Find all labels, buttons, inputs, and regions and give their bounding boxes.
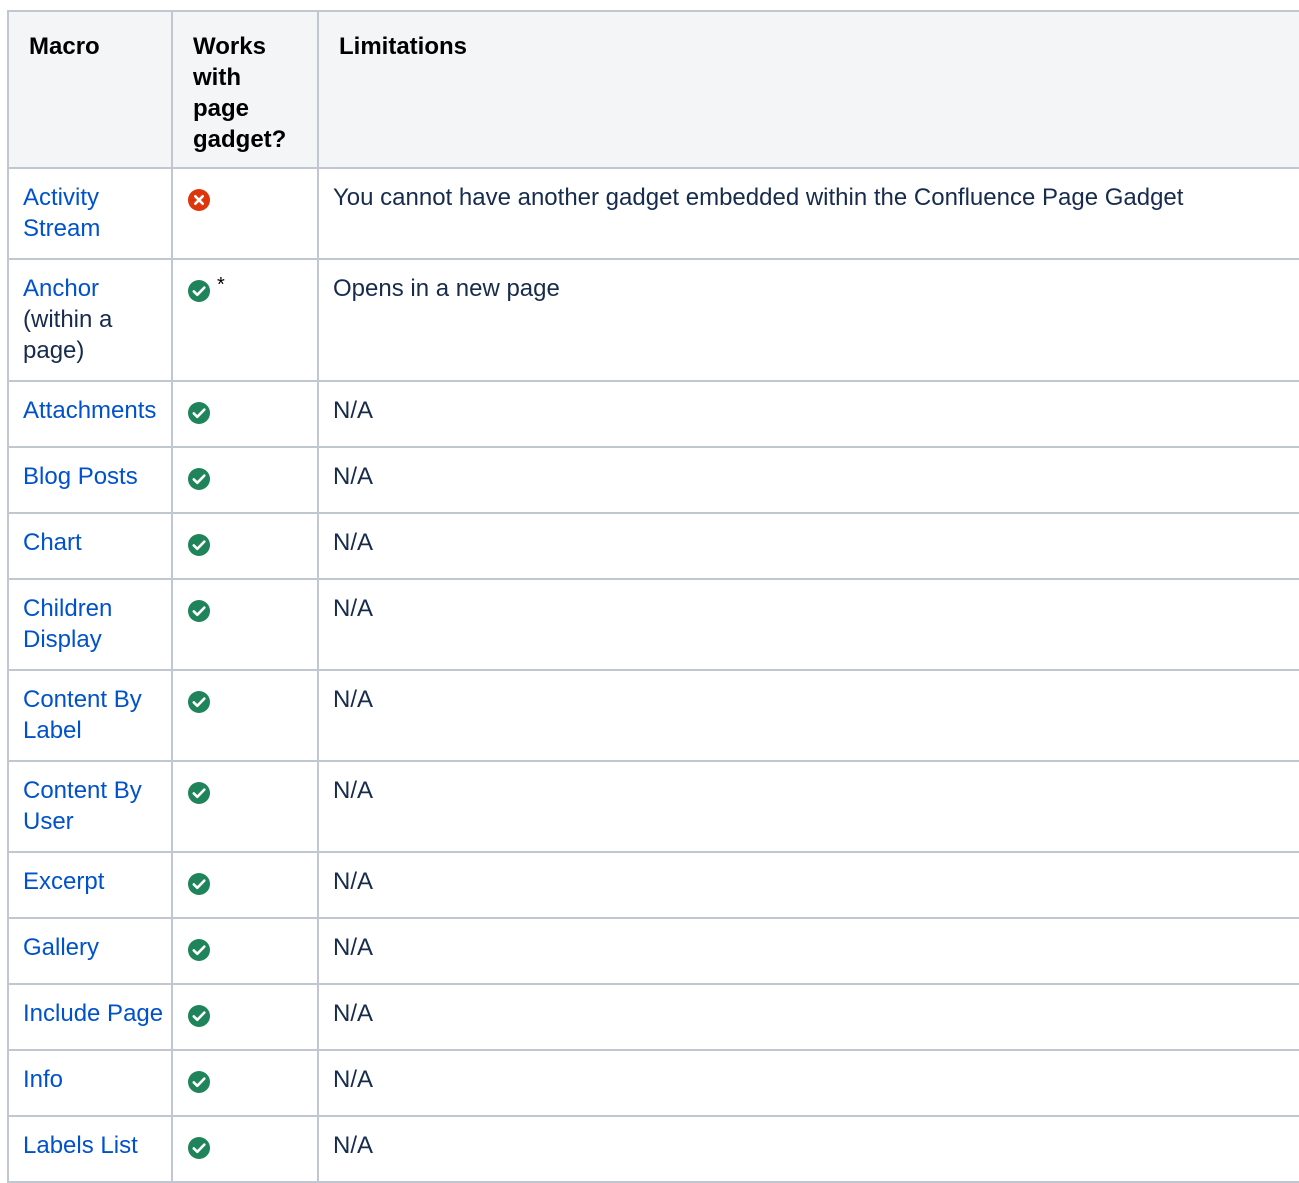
status-cell — [171, 983, 319, 1051]
table-row: Excerpt N/A — [7, 851, 1299, 919]
table-header-row: Macro Works with page gadget? Limitation… — [7, 10, 1299, 169]
macro-cell: Attachments — [7, 380, 173, 448]
macro-cell: Labels List — [7, 1115, 173, 1183]
macro-link[interactable]: Attachments — [23, 397, 156, 424]
macro-cell: Include Page — [7, 983, 173, 1051]
macro-link[interactable]: Excerpt — [23, 868, 104, 895]
check-circle-icon — [187, 872, 211, 896]
table-body: Activity Stream You cannot have another g… — [7, 167, 1299, 1183]
macro-cell: Chart — [7, 512, 173, 580]
status-cell — [171, 760, 319, 853]
macro-cell: Children Display — [7, 578, 173, 671]
macro-cell: Activity Stream — [7, 167, 173, 260]
check-circle-icon — [187, 279, 211, 303]
macro-compatibility-table: Macro Works with page gadget? Limitation… — [7, 10, 1299, 1183]
macro-link[interactable]: Children Display — [23, 595, 112, 653]
limitations-cell: N/A — [317, 380, 1299, 448]
status-cell — [171, 512, 319, 580]
limitations-cell: N/A — [317, 1115, 1299, 1183]
table-row: Content By User N/A — [7, 760, 1299, 853]
status-cell — [171, 578, 319, 671]
limitations-cell: N/A — [317, 983, 1299, 1051]
table-row: Activity Stream You cannot have another g… — [7, 167, 1299, 260]
table-row: Include Page N/A — [7, 983, 1299, 1051]
check-circle-icon — [187, 938, 211, 962]
macro-subtext: (within a page) — [23, 306, 113, 364]
check-circle-icon — [187, 690, 211, 714]
macro-link[interactable]: Chart — [23, 529, 82, 556]
table-row: Labels List N/A — [7, 1115, 1299, 1183]
check-circle-icon — [187, 1004, 211, 1028]
status-cell — [171, 1115, 319, 1183]
column-header-macro: Macro — [7, 10, 173, 169]
check-circle-icon — [187, 781, 211, 805]
macro-cell: Info — [7, 1049, 173, 1117]
check-circle-icon — [187, 599, 211, 623]
table-row: Attachments N/A — [7, 380, 1299, 448]
macro-link[interactable]: Blog Posts — [23, 463, 138, 490]
limitations-cell: N/A — [317, 669, 1299, 762]
status-cell — [171, 380, 319, 448]
table-row: Info N/A — [7, 1049, 1299, 1117]
check-circle-icon — [187, 1070, 211, 1094]
column-header-works-with-page-gadget: Works with page gadget? — [171, 10, 319, 169]
macro-link[interactable]: Content By Label — [23, 686, 142, 744]
table-row: Content By Label N/A — [7, 669, 1299, 762]
macro-cell: Anchor (within a page) — [7, 258, 173, 382]
limitations-cell: N/A — [317, 760, 1299, 853]
status-cell — [171, 167, 319, 260]
check-circle-icon — [187, 533, 211, 557]
status-cell — [171, 851, 319, 919]
check-circle-icon — [187, 1136, 211, 1160]
macro-cell: Content By User — [7, 760, 173, 853]
status-cell — [171, 669, 319, 762]
status-cell — [171, 917, 319, 985]
macro-link[interactable]: Labels List — [23, 1132, 138, 1159]
macro-link[interactable]: Activity Stream — [23, 184, 100, 242]
status-cell — [171, 446, 319, 514]
table-row: Gallery N/A — [7, 917, 1299, 985]
macro-cell: Blog Posts — [7, 446, 173, 514]
macro-cell: Gallery — [7, 917, 173, 985]
status-cell — [171, 1049, 319, 1117]
macro-link[interactable]: Gallery — [23, 934, 99, 961]
error-circle-icon — [187, 188, 211, 212]
macro-cell: Content By Label — [7, 669, 173, 762]
page-content: Macro Works with page gadget? Limitation… — [7, 10, 1299, 1183]
table-row: Blog Posts N/A — [7, 446, 1299, 514]
footnote-marker: * — [217, 274, 225, 296]
limitations-cell: You cannot have another gadget embedded … — [317, 167, 1299, 260]
macro-cell: Excerpt — [7, 851, 173, 919]
check-circle-icon — [187, 401, 211, 425]
macro-link[interactable]: Content By User — [23, 777, 142, 835]
limitations-cell: N/A — [317, 917, 1299, 985]
macro-link[interactable]: Info — [23, 1066, 63, 1093]
table-row: Chart N/A — [7, 512, 1299, 580]
macro-link[interactable]: Anchor — [23, 275, 99, 302]
limitations-cell: Opens in a new page — [317, 258, 1299, 382]
table-row: Children Display N/A — [7, 578, 1299, 671]
limitations-cell: N/A — [317, 578, 1299, 671]
macro-link[interactable]: Include Page — [23, 1000, 163, 1027]
table-row: Anchor (within a page) * Opens in a new pag… — [7, 258, 1299, 382]
status-cell: * — [171, 258, 319, 382]
column-header-limitations: Limitations — [317, 10, 1299, 169]
limitations-cell: N/A — [317, 512, 1299, 580]
limitations-cell: N/A — [317, 851, 1299, 919]
limitations-cell: N/A — [317, 446, 1299, 514]
limitations-cell: N/A — [317, 1049, 1299, 1117]
check-circle-icon — [187, 467, 211, 491]
